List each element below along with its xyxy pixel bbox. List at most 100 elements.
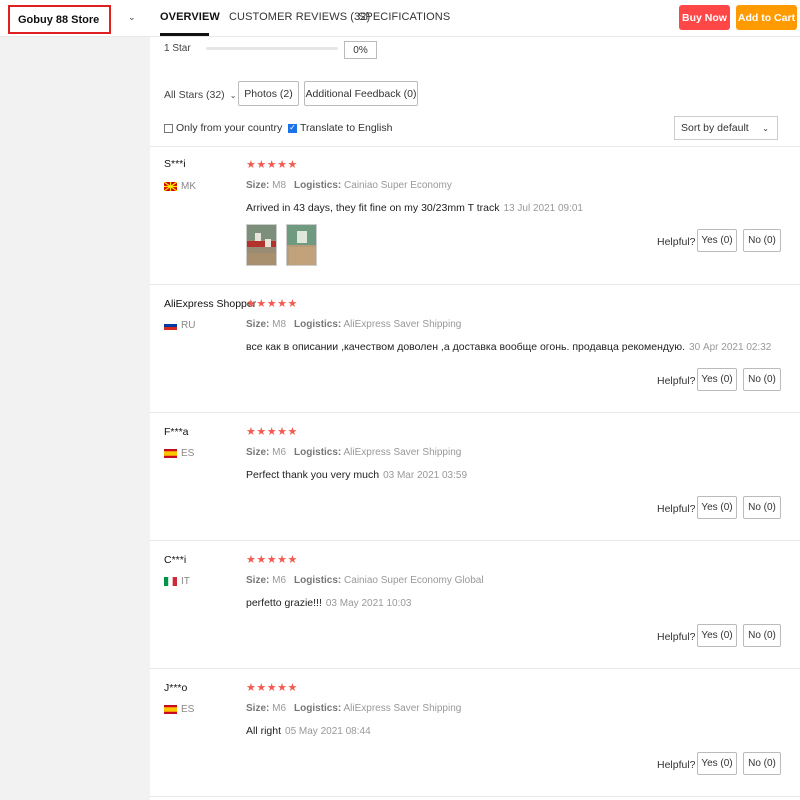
rating-label: 1 Star [164,43,191,54]
review-text: perfetto grazie!!! 03 May 2021 10:03 [246,597,412,609]
logistics-label: Logistics: [294,447,342,458]
add-to-cart-button[interactable]: Add to Cart [736,5,797,30]
helpful-yes-button[interactable]: Yes (0) [697,752,737,775]
country-code: IT [181,576,190,587]
helpful-no-button[interactable]: No (0) [743,496,781,519]
divider [150,796,800,797]
review-body: Arrived in 43 days, they fit fine on my … [246,202,500,214]
size-value: M6 [272,703,287,714]
review-date: 05 May 2021 08:44 [285,726,371,737]
review-date: 03 May 2021 10:03 [325,598,412,609]
size-value: M8 [272,319,287,330]
reviewer-country: IT [164,576,190,587]
helpful-yes-button[interactable]: Yes (0) [697,229,737,252]
rating-stars: ★★★★★ [246,426,298,438]
tab-customer-reviews[interactable]: CUSTOMER REVIEWS (32) [229,11,370,23]
translate-filter[interactable]: ✓ Translate to English [288,122,392,134]
reviewer-country: RU [164,320,195,331]
review-body: Perfect thank you very much [246,469,380,481]
logistics-value: Cainiao Super Economy [344,180,452,191]
checkbox-icon[interactable] [164,123,173,133]
review-photo-thumbnail[interactable] [286,224,317,266]
logistics-label: Logistics: [294,180,342,191]
review-date: 30 Apr 2021 02:32 [689,342,772,353]
chevron-down-icon: ⌄ [229,91,237,100]
reviewer-country: MK [164,181,196,192]
helpful-label: Helpful? [657,236,696,248]
sort-dropdown[interactable]: Sort by default ⌄ [674,116,778,140]
helpful-label: Helpful? [657,631,696,643]
flag-mk-icon [164,182,177,191]
logistics-value: AliExpress Saver Shipping [343,703,462,714]
review-body: All right [246,725,282,737]
active-tab-indicator [160,33,209,36]
helpful-yes-button[interactable]: Yes (0) [697,624,737,647]
only-country-filter[interactable]: Only from your country [164,122,282,134]
photo-image [287,225,316,265]
country-code: ES [181,704,195,715]
review-text: Perfect thank you very much 03 Mar 2021 0… [246,469,467,481]
flag-es-icon [164,705,177,714]
logistics-value: Cainiao Super Economy Global [344,575,484,586]
left-sidebar [0,37,150,800]
review-body: perfetto grazie!!! [246,597,322,609]
divider [150,412,800,413]
divider [150,284,800,285]
reviewer-name: C***i [164,554,187,566]
additional-feedback-filter-button[interactable]: Additional Feedback (0) [304,81,418,106]
review-meta: Size: M6 Logistics: AliExpress Saver Ship… [246,447,461,458]
flag-ru-icon [164,321,177,330]
helpful-label: Helpful? [657,503,696,515]
helpful-no-button[interactable]: No (0) [743,624,781,647]
store-name: Gobuy 88 Store [18,13,100,26]
divider [150,146,800,147]
helpful-no-button[interactable]: No (0) [743,368,781,391]
review-date: 03 Mar 2021 03:59 [383,470,468,481]
all-stars-filter[interactable]: All Stars (32) ⌄ [164,89,236,101]
size-label: Size: [246,575,270,586]
rating-stars: ★★★★★ [246,159,298,171]
flag-es-icon [164,449,177,458]
size-label: Size: [246,447,270,458]
rating-stars: ★★★★★ [246,298,298,310]
chevron-down-icon[interactable]: ⌄ [128,12,136,23]
rating-stars: ★★★★★ [246,682,298,694]
country-code: ES [181,448,195,459]
tab-specifications[interactable]: SPECIFICATIONS [358,11,450,23]
photos-filter-button[interactable]: Photos (2) [238,81,299,106]
helpful-no-button[interactable]: No (0) [743,229,781,252]
review-meta: Size: M6 Logistics: AliExpress Saver Ship… [246,703,461,714]
reviewer-name: AliExpress Shopper [164,298,257,310]
review-meta: Size: M8 Logistics: Cainiao Super Economy [246,180,452,191]
chevron-down-icon: ⌄ [762,123,769,133]
helpful-no-button[interactable]: No (0) [743,752,781,775]
divider [150,668,800,669]
store-name-dropdown[interactable]: Gobuy 88 Store [8,5,111,34]
rating-bar [206,47,338,50]
size-label: Size: [246,319,270,330]
country-code: RU [181,320,196,331]
buy-now-button[interactable]: Buy Now [679,5,730,30]
review-meta: Size: M8 Logistics: AliExpress Saver Ship… [246,319,461,330]
rating-stars: ★★★★★ [246,554,298,566]
review-photo-thumbnail[interactable] [246,224,277,266]
helpful-yes-button[interactable]: Yes (0) [697,368,737,391]
logistics-value: AliExpress Saver Shipping [343,447,462,458]
size-value: M8 [272,180,287,191]
divider [150,540,800,541]
review-text: все как в описании ,качеством доволен ,а… [246,341,771,353]
tab-overview[interactable]: OVERVIEW [160,11,220,23]
rating-percent: 0% [344,41,377,59]
helpful-label: Helpful? [657,759,696,771]
review-text: Arrived in 43 days, they fit fine on my … [246,202,583,214]
logistics-label: Logistics: [294,319,342,330]
reviewer-country: ES [164,448,194,459]
size-label: Size: [246,180,270,191]
country-code: MK [181,181,196,192]
size-value: M6 [272,447,287,458]
product-tab-bar: Gobuy 88 Store ⌄ OVERVIEW CUSTOMER REVIE… [0,0,800,37]
logistics-value: AliExpress Saver Shipping [343,319,462,330]
helpful-yes-button[interactable]: Yes (0) [697,496,737,519]
checkbox-checked-icon[interactable]: ✓ [288,123,297,133]
logistics-label: Logistics: [294,703,342,714]
